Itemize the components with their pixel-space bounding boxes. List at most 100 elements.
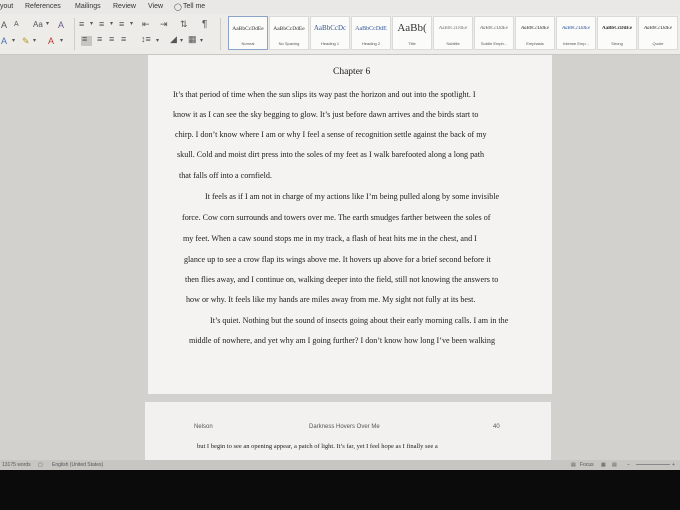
style-preview: AaBbCcDdEe [601,26,632,31]
justify-icon[interactable]: ≡ [121,34,126,44]
style-strong[interactable]: AaBbCcDdEe Strong [597,16,637,50]
status-bar: 13175 words ▢ English (United States) ▤ … [0,460,680,470]
style-quote[interactable]: AaBbCcDdEe Quote [638,16,678,50]
style-name: Intense Emp... [563,41,589,46]
body-line: It’s that period of time when the sun sl… [173,90,476,99]
borders-icon[interactable]: ▦ [188,34,197,45]
header-page-number: 40 [493,424,500,430]
focus-button[interactable]: Focus [580,462,594,468]
chevron-down-icon[interactable]: ▾ [180,37,183,44]
chevron-down-icon[interactable]: ▾ [12,37,15,44]
align-center-icon[interactable]: ≡ [97,34,102,44]
align-left-button[interactable]: ≡ [81,34,92,46]
separator [74,18,75,50]
style-preview: AaBbCcDdEe [479,26,509,31]
body-line: then flies away, and I continue on, walk… [185,275,499,284]
proofing-icon[interactable]: ▢ [38,462,43,468]
show-formatting-button[interactable]: ¶ [202,19,207,30]
numbering-icon[interactable]: ≡ [99,19,104,29]
focus-icon[interactable]: ▤ [571,462,576,468]
menu-bar: yout References Mailings Review View ◯ T… [0,0,680,14]
style-name: Heading 2 [361,41,381,46]
style-preview: AaBbCcDdEe [561,26,591,31]
decrease-indent-icon[interactable]: ⇤ [142,19,150,30]
change-case-button[interactable]: Aa [33,20,43,29]
menu-mailings[interactable]: Mailings [75,3,101,10]
chevron-down-icon[interactable]: ▾ [60,37,63,44]
body-line: chirp. I don’t know where I am or why I … [175,130,487,139]
zoom-out-icon[interactable]: − [627,462,630,468]
word-window: yout References Mailings Review View ◯ T… [0,0,680,470]
style-preview: AaBbCcDdEe [273,26,305,32]
multilevel-list-icon[interactable]: ≡ [119,19,124,29]
language[interactable]: English (United States) [52,462,103,468]
style-no-spacing[interactable]: AaBbCcDdEe No Spacing [269,16,309,50]
header-title: Darkness Hovers Over Me [309,424,380,430]
clear-formatting-button[interactable]: A [58,20,64,30]
body-line: my feet. When a caw sound stops me in my… [183,234,477,243]
body-line: know it as I can see the sky begging to … [173,110,479,119]
style-name: Emphasis [526,41,544,46]
style-name: Title [408,41,416,46]
line-spacing-icon[interactable]: ↕≡ [141,34,151,44]
body-line: It’s quiet. Nothing but the sound of ins… [210,316,509,325]
menu-view[interactable]: View [148,3,163,10]
highlight-icon[interactable]: ✎ [22,36,30,47]
style-subtle-emphasis[interactable]: AaBbCcDdEe Subtle Emph... [474,16,514,50]
document-canvas[interactable]: Chapter 6 It’s that period of time when … [0,55,680,462]
style-title[interactable]: AaBb( Title [392,16,432,50]
chevron-down-icon[interactable]: ▾ [33,37,36,44]
chevron-down-icon[interactable]: ▾ [90,20,93,27]
menu-layout[interactable]: yout [0,3,13,10]
style-name: Heading 1 [320,41,340,46]
zoom-slider[interactable] [636,464,670,465]
style-heading-1[interactable]: AaBbCcDc Heading 1 [310,16,350,50]
style-heading-2[interactable]: AaBbCcDdE Heading 2 [351,16,391,50]
shrink-font-button[interactable]: A [14,21,19,28]
menu-tell-me[interactable]: Tell me [183,3,205,10]
menu-references[interactable]: References [25,3,61,10]
style-emphasis[interactable]: AaBbCcDdEe Emphasis [515,16,555,50]
increase-indent-icon[interactable]: ⇥ [160,19,168,30]
style-name: Normal [241,41,255,46]
bullets-icon[interactable]: ≡ [79,19,84,29]
ribbon-toolbar: A A Aa ▾ A ≡ ▾ ≡ ▾ ≡ ▾ ⇤ ⇥ ⇅ ¶ A ▾ ✎ ▾ A… [0,14,680,55]
chevron-down-icon[interactable]: ▾ [46,20,49,27]
body-line: how or why. It feels like my hands are m… [186,295,476,304]
style-subtitle[interactable]: AaBbCcDdEe Subtitle [433,16,473,50]
text-effects-button[interactable]: A [1,36,7,46]
body-line: middle of nowhere, and yet why am I goin… [189,336,495,345]
word-count[interactable]: 13175 words [2,462,31,468]
body-line: It feels as if I am not in charge of my … [205,192,500,201]
style-name: Quote [652,41,664,46]
chapter-title: Chapter 6 [333,67,371,77]
zoom-in-icon[interactable]: + [672,462,675,468]
header-author: Nelson [194,424,213,430]
lightbulb-icon[interactable]: ◯ [174,3,182,11]
style-preview: AaBbCcDdE [355,26,387,32]
web-layout-icon[interactable]: ▤ [612,462,617,468]
font-color-button[interactable]: A [48,36,54,46]
chevron-down-icon[interactable]: ▾ [130,20,133,27]
style-name: No Spacing [278,41,300,46]
shading-icon[interactable]: ◢ [170,34,177,45]
menu-review[interactable]: Review [113,3,136,10]
chevron-down-icon[interactable]: ▾ [110,20,113,27]
style-name: Subtitle [446,41,460,46]
document-page[interactable]: Nelson Darkness Hovers Over Me 40 but I … [145,402,551,462]
separator [220,18,221,50]
document-page[interactable]: Chapter 6 It’s that period of time when … [148,55,552,394]
style-preview: AaBbCcDdEe [232,26,264,32]
style-preview: AaBbCcDdEe [643,26,673,31]
sort-icon[interactable]: ⇅ [180,19,188,30]
style-preview: AaBbCcDdEe [438,26,468,31]
grow-font-button[interactable]: A [1,20,7,30]
style-intense-emphasis[interactable]: AaBbCcDdEe Intense Emp... [556,16,596,50]
body-line: that falls off into a cornfield. [179,171,272,180]
chevron-down-icon[interactable]: ▾ [200,37,203,44]
print-layout-icon[interactable]: ▦ [601,462,606,468]
chevron-down-icon[interactable]: ▾ [156,37,159,44]
align-right-icon[interactable]: ≡ [109,34,114,44]
style-normal[interactable]: AaBbCcDdEe Normal [228,16,268,50]
style-preview: AaBb( [397,22,427,34]
